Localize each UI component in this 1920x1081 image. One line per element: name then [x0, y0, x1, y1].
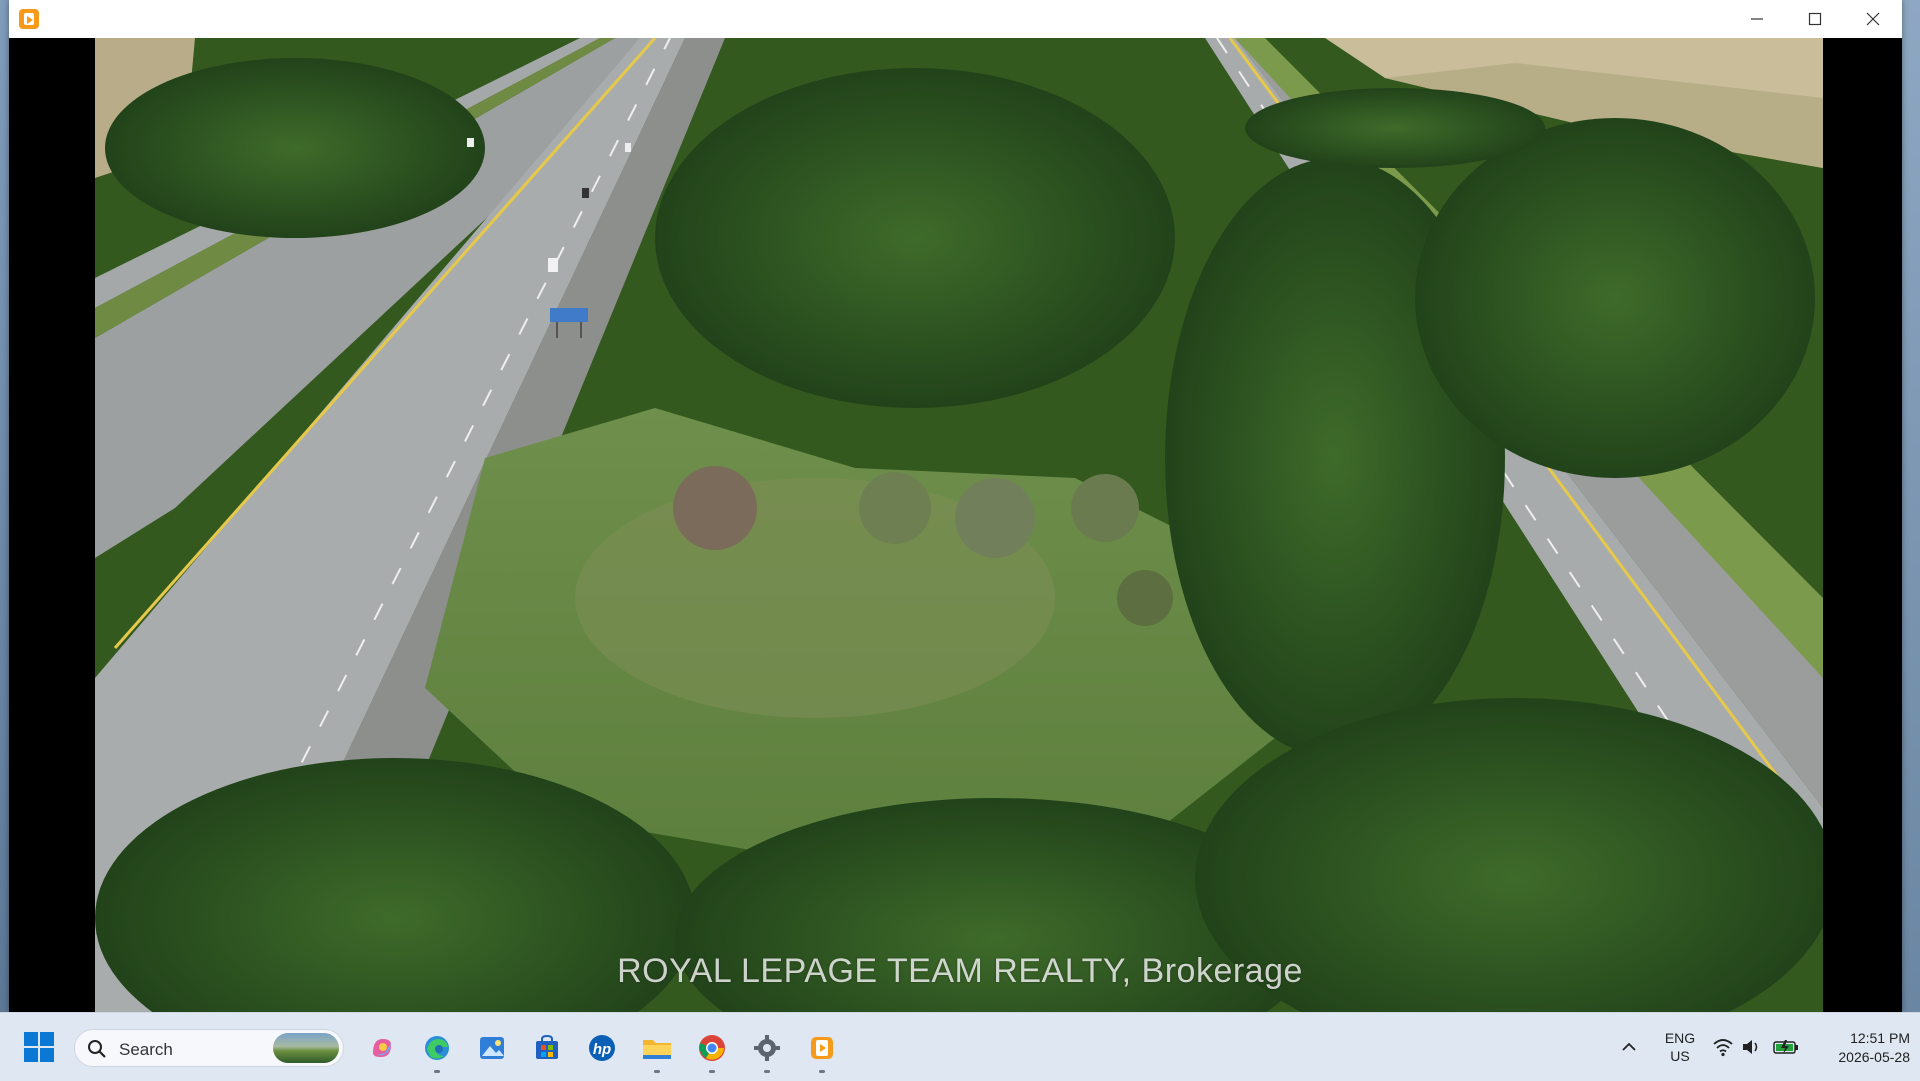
file-explorer-icon[interactable]	[629, 1027, 684, 1073]
svg-text:hp: hp	[592, 1041, 610, 1058]
system-clock[interactable]: 12:51 PM 2026-05-28	[1800, 1029, 1910, 1067]
search-highlight-image	[273, 1033, 339, 1063]
settings-icon[interactable]	[739, 1027, 794, 1073]
media-player-icon[interactable]	[794, 1027, 849, 1073]
aerial-photo	[95, 38, 1823, 1012]
realtor-watermark: ROYAL LEPAGE TEAM REALTY, Brokerage	[617, 952, 1303, 990]
desktop-wallpaper-right	[1902, 0, 1920, 1012]
wifi-icon[interactable]	[1712, 1037, 1734, 1057]
clock-time: 12:51 PM	[1850, 1030, 1910, 1046]
maximize-icon	[1808, 12, 1822, 26]
pinned-apps: hp	[354, 1027, 849, 1073]
language-code: ENG	[1664, 1030, 1696, 1046]
chrome-icon[interactable]	[684, 1027, 739, 1073]
image-viewport[interactable]	[9, 38, 1902, 1012]
minimize-icon	[1751, 18, 1763, 20]
photo-viewer-window	[9, 0, 1902, 1012]
aerial-landscape-illustration	[95, 38, 1823, 1012]
hp-icon[interactable]: hp	[574, 1027, 629, 1069]
search-icon	[88, 1040, 106, 1058]
search-box[interactable]: Search	[74, 1029, 344, 1067]
maximize-button[interactable]	[1786, 0, 1844, 38]
store-icon[interactable]	[519, 1027, 574, 1069]
volume-icon[interactable]	[1741, 1037, 1761, 1057]
taskbar: Search hp ENG US 12:51 PM 2026-05-28	[0, 1012, 1920, 1081]
minimize-button[interactable]	[1728, 0, 1786, 38]
chevron-up-icon[interactable]	[1617, 1035, 1641, 1059]
window-controls	[1728, 0, 1902, 38]
clock-date: 2026-05-28	[1838, 1049, 1910, 1065]
battery-charging-icon[interactable]	[1773, 1037, 1799, 1057]
search-label: Search	[119, 1040, 173, 1059]
close-icon	[1866, 12, 1880, 26]
language-indicator[interactable]: ENG US	[1660, 1029, 1700, 1065]
region-code: US	[1670, 1048, 1690, 1064]
media-player-icon	[19, 9, 39, 29]
copilot-icon[interactable]	[354, 1027, 409, 1069]
title-bar[interactable]	[9, 0, 1902, 39]
close-button[interactable]	[1844, 0, 1902, 38]
edge-icon[interactable]	[409, 1027, 464, 1073]
photos-icon[interactable]	[464, 1027, 519, 1069]
windows-start-icon[interactable]	[24, 1032, 54, 1062]
